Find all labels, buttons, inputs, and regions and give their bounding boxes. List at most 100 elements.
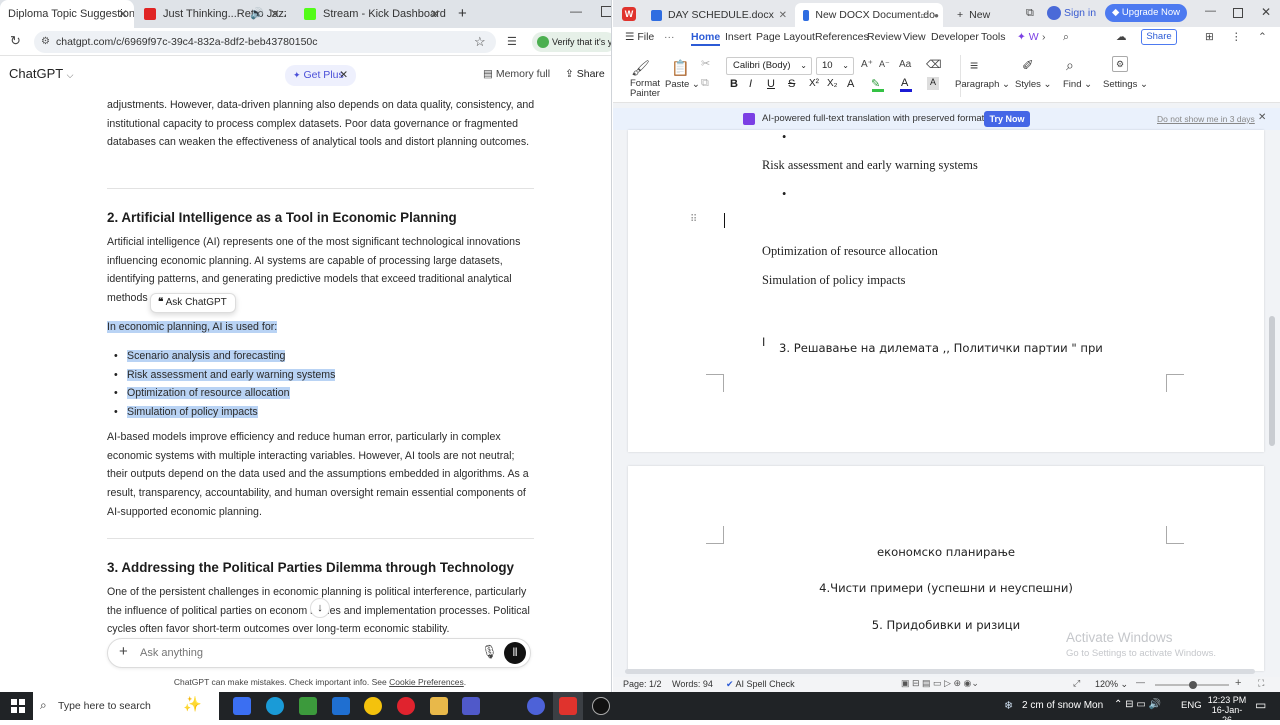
menu-references[interactable]: References (815, 31, 869, 43)
bookmark-star-icon[interactable]: ☆ (474, 34, 486, 50)
chrome-icon[interactable] (364, 697, 382, 715)
menu-developer[interactable]: Developer (931, 31, 979, 43)
new-tab-button[interactable]: + (458, 5, 467, 22)
close-banner-icon[interactable]: ✕ (1258, 112, 1266, 123)
styles-button[interactable]: Styles ⌄ (1015, 79, 1051, 90)
copilot-icon[interactable] (233, 697, 251, 715)
attach-plus-icon[interactable]: + (119, 643, 128, 660)
page-indicator[interactable]: Page: 1/2 (623, 679, 662, 689)
font-size-select[interactable]: 10 ⌄ (816, 57, 854, 75)
search-icon[interactable]: ⌕ (1063, 31, 1069, 44)
wps-taskbar-button[interactable] (553, 692, 583, 720)
scrollbar-thumb[interactable] (1269, 316, 1275, 446)
notification-icon[interactable]: ▭ (1255, 698, 1266, 712)
grow-font-icon[interactable]: A⁺ (861, 59, 873, 70)
document-page-1[interactable]: • Risk assessment and early warning syst… (628, 130, 1264, 452)
cut-icon[interactable]: ✂ (701, 57, 710, 70)
bold-icon[interactable]: B (730, 78, 738, 90)
site-info-icon[interactable]: ⚙ (41, 31, 50, 53)
get-plus-button[interactable]: ✦ Get Plus ✕ (285, 65, 356, 86)
menu-review[interactable]: Review (867, 31, 901, 43)
voice-mode-button[interactable]: ⦀ (504, 642, 526, 664)
menu-tools[interactable]: Tools (981, 31, 1006, 43)
taskbar-search[interactable]: ⌕ Type here to search ✨ (33, 692, 219, 720)
new-tab-button[interactable]: + New (949, 3, 1009, 27)
ai-spell-check[interactable]: ✔ AI Spell Check (726, 679, 795, 690)
horizontal-scrollbar[interactable] (625, 669, 1255, 674)
zoom-slider-thumb[interactable] (1189, 681, 1197, 689)
view-mode-icons[interactable]: ▣ ⊟ ▤ ▭ ▷ ⊕ ◉⌄ (901, 678, 979, 689)
share-button[interactable]: Share (1141, 29, 1177, 45)
store-icon[interactable] (299, 697, 317, 715)
font-family-select[interactable]: Calibri (Body) ⌄ (726, 57, 812, 75)
cloud-icon[interactable]: ☁ (1116, 31, 1127, 43)
character-shading-icon[interactable]: A (927, 77, 939, 90)
tab-diploma-topic[interactable]: Diploma Topic Suggestions ✕ (0, 0, 134, 28)
avatar[interactable] (1047, 6, 1061, 20)
underline-icon[interactable]: U (767, 78, 775, 90)
speaker-icon[interactable]: 🔊 (250, 7, 264, 20)
doc-tab-day-schedule[interactable]: DAY SCHEDULE.docx ✕ (643, 3, 793, 27)
zoom-in-icon[interactable]: + (1235, 677, 1241, 689)
change-case-icon[interactable]: Aa (899, 59, 911, 70)
format-painter-button[interactable]: Format Painter (627, 79, 663, 99)
chrome-profile-icon[interactable] (527, 697, 545, 715)
teams-icon[interactable] (462, 697, 480, 715)
cookie-preferences-link[interactable]: Cookie Preferences (389, 677, 464, 687)
window-icon[interactable]: ▭ (920, 10, 929, 21)
edge-icon[interactable] (266, 697, 284, 715)
model-selector[interactable]: ChatGPT ⌵ (9, 66, 73, 81)
settings-button[interactable]: Settings ⌄ (1103, 79, 1148, 90)
microphone-icon[interactable]: 🎙 (481, 644, 498, 660)
try-now-button[interactable]: Try Now (984, 111, 1030, 127)
reader-mode-icon[interactable]: ☰ (507, 35, 517, 48)
close-tab-icon[interactable]: ✕ (270, 7, 280, 21)
find-button[interactable]: Find ⌄ (1063, 79, 1092, 90)
obs-icon[interactable] (592, 697, 610, 715)
copy-icon[interactable]: ⧉ (701, 77, 709, 90)
close-tab-icon[interactable]: ✕ (430, 7, 440, 21)
word-count[interactable]: Words: 94 (672, 679, 713, 689)
maximize-button[interactable] (601, 6, 611, 17)
dismiss-banner-link[interactable]: Do not show me in 3 days (1157, 114, 1255, 124)
paragraph-icon[interactable]: ≡ (970, 57, 978, 73)
paragraph-button[interactable]: Paragraph ⌄ (955, 79, 1010, 90)
workspace-icon[interactable]: ⧉ (1026, 7, 1034, 20)
text-effects-icon[interactable]: A (847, 78, 854, 90)
superscript-icon[interactable]: X² (809, 78, 819, 89)
prompt-input[interactable] (140, 644, 440, 662)
menu-view[interactable]: View (903, 31, 926, 43)
more-options-icon[interactable]: ⋮ (1231, 31, 1242, 43)
weather-text[interactable]: 2 cm of snow Mon (1022, 700, 1103, 711)
scroll-down-button[interactable]: ↓ (310, 598, 330, 618)
settings-icon[interactable]: ⚙ (1112, 56, 1128, 72)
shrink-font-icon[interactable]: A⁻ (879, 59, 890, 70)
font-color-icon[interactable]: A (901, 77, 908, 89)
format-painter-icon[interactable]: 🖌 (631, 59, 650, 77)
paste-button[interactable]: Paste ⌄ (665, 79, 700, 90)
close-tab-icon[interactable]: ✕ (779, 10, 787, 21)
italic-icon[interactable]: I (749, 78, 752, 90)
close-tab-icon[interactable]: ✕ (118, 7, 128, 21)
ask-chatgpt-popup[interactable]: ❝ Ask ChatGPT (150, 293, 236, 313)
share-button[interactable]: ⇪ Share (565, 68, 605, 80)
clock[interactable]: 12:23 PM 16-Jan-26 (1207, 695, 1247, 725)
start-button[interactable] (11, 699, 25, 713)
layout-icon[interactable]: ⊞ (1205, 31, 1214, 43)
tray-icons[interactable]: ⌃ ⊟ ▭ 🔊 (1114, 699, 1161, 710)
tab-kick-dashboard[interactable]: Stream - Kick Dashboard ✕ (296, 0, 446, 28)
vertical-scrollbar[interactable] (1269, 136, 1275, 666)
minimize-button[interactable]: — (570, 4, 582, 18)
tab-retro-jazz[interactable]: Just Thinking...Retro Jazz - 🔊 ✕ (136, 0, 286, 28)
more-icon[interactable]: ··· (664, 31, 675, 43)
menu-home[interactable]: Home (691, 31, 721, 46)
fullscreen-icon[interactable]: ⛶ (1258, 678, 1264, 689)
paste-icon[interactable]: 📋 (671, 59, 690, 77)
subscript-icon[interactable]: X₂ (827, 78, 838, 89)
menu-insert[interactable]: Insert (725, 31, 751, 43)
extension-verify-chip[interactable]: Verify that it's you (532, 32, 611, 52)
doc-tab-new-docx[interactable]: New DOCX Document.do ▭ ● (795, 3, 943, 27)
opera-icon[interactable] (397, 697, 415, 715)
close-icon[interactable]: ✕ (339, 65, 348, 86)
sign-in-link[interactable]: Sign in (1064, 7, 1096, 19)
